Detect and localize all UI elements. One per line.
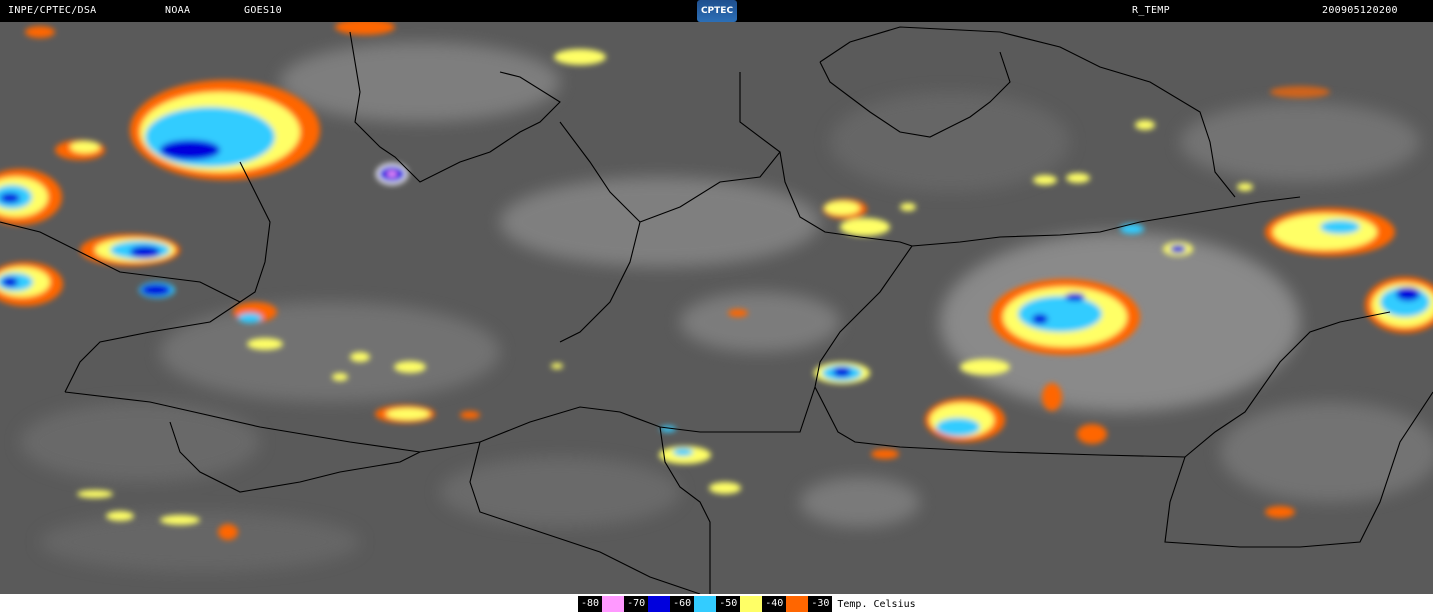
legend-value: -70: [624, 596, 649, 612]
satellite-map[interactable]: [0, 22, 1433, 594]
legend-value: -30: [808, 596, 833, 612]
legend-item: -50: [716, 596, 763, 612]
source-label: INPE/CPTEC/DSA: [8, 5, 97, 16]
legend-item: -70: [624, 596, 671, 612]
legend-item: -60: [670, 596, 717, 612]
temperature-legend: -80 -70 -60 -50 -40 -30 Temp. Celsius: [578, 596, 916, 612]
legend-unit: Temp. Celsius: [837, 598, 916, 610]
header-bar: INPE/CPTEC/DSA NOAA GOES10 CPTEC R_TEMP …: [0, 0, 1433, 22]
legend-swatch: [786, 596, 809, 612]
product-label: R_TEMP: [1132, 5, 1170, 16]
legend-swatch: [694, 596, 717, 612]
legend-item: -30: [808, 596, 833, 612]
legend-swatch: [602, 596, 625, 612]
legend-value: -50: [716, 596, 741, 612]
legend-value: -80: [578, 596, 603, 612]
legend-value: -60: [670, 596, 695, 612]
legend-item: -40: [762, 596, 809, 612]
legend-swatch: [740, 596, 763, 612]
legend-value: -40: [762, 596, 787, 612]
satellite-image: [0, 22, 1433, 594]
legend-item: -80: [578, 596, 625, 612]
satellite-label: GOES10: [244, 5, 282, 16]
legend-swatch: [648, 596, 671, 612]
timestamp-label: 200905120200: [1322, 5, 1398, 16]
cptec-logo: CPTEC: [697, 0, 737, 22]
agency-label: NOAA: [165, 5, 191, 16]
